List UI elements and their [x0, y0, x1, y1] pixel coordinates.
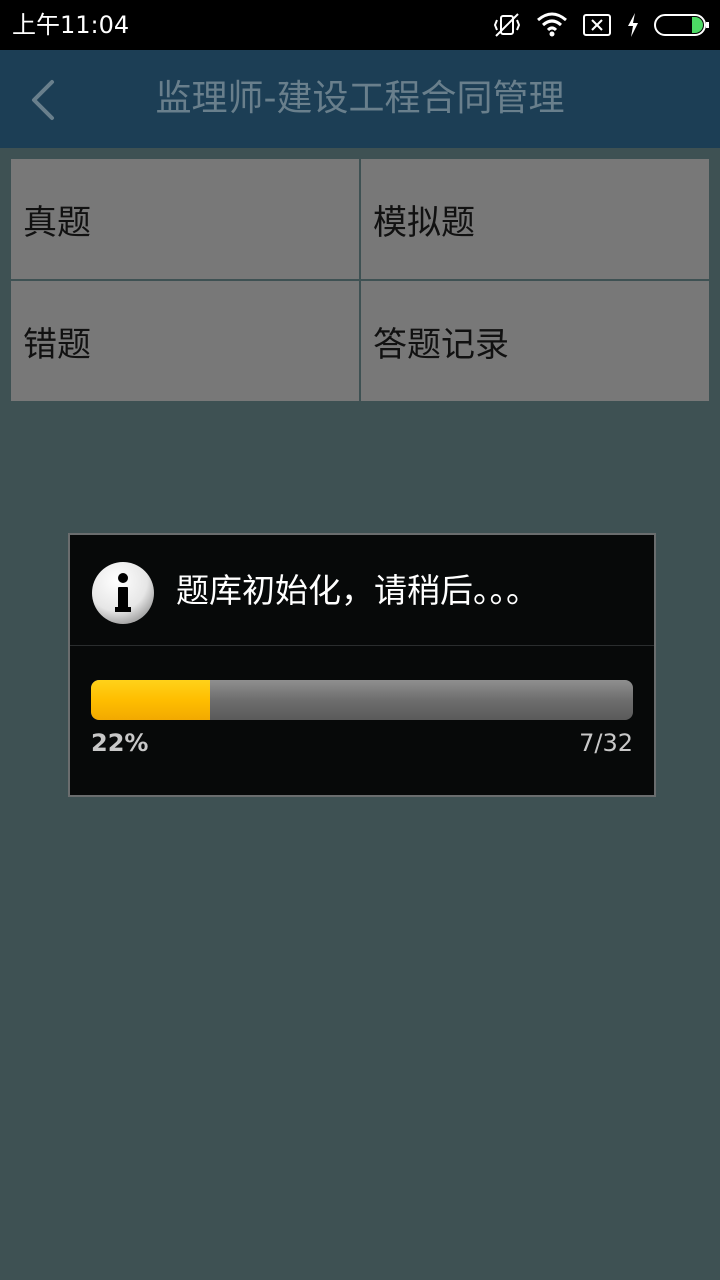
progress-percent: 22%	[91, 729, 149, 757]
menu-item-answer-records[interactable]: 答题记录	[361, 281, 709, 401]
info-icon	[91, 561, 155, 625]
progress-fill	[91, 680, 211, 720]
sim-x-icon	[582, 12, 612, 38]
dialog-message: 题库初始化，请稍后。。。	[176, 571, 539, 610]
status-time: 上午11:04	[12, 11, 130, 39]
back-button[interactable]	[22, 74, 66, 124]
progress-bar	[91, 680, 633, 720]
progress-count: 7/32	[579, 729, 633, 757]
menu-item-real-questions[interactable]: 真题	[11, 159, 359, 279]
wifi-icon	[536, 12, 568, 38]
menu-grid: 真题 模拟题 错题 答题记录	[11, 159, 709, 401]
status-bar: 上午11:04	[0, 0, 720, 50]
app-bar: 监理师-建设工程合同管理	[0, 50, 720, 148]
vibrate-off-icon	[492, 10, 522, 40]
chevron-left-icon	[32, 80, 54, 120]
progress-dialog: 题库初始化，请稍后。。。 22% 7/32	[68, 533, 656, 797]
menu-item-wrong-questions[interactable]: 错题	[11, 281, 359, 401]
menu-item-mock-questions[interactable]: 模拟题	[361, 159, 709, 279]
dialog-header: 题库初始化，请稍后。。。	[70, 535, 654, 646]
status-icons	[492, 10, 710, 40]
page-title: 监理师-建设工程合同管理	[155, 78, 565, 119]
charging-icon	[626, 12, 640, 38]
battery-icon	[654, 12, 710, 38]
